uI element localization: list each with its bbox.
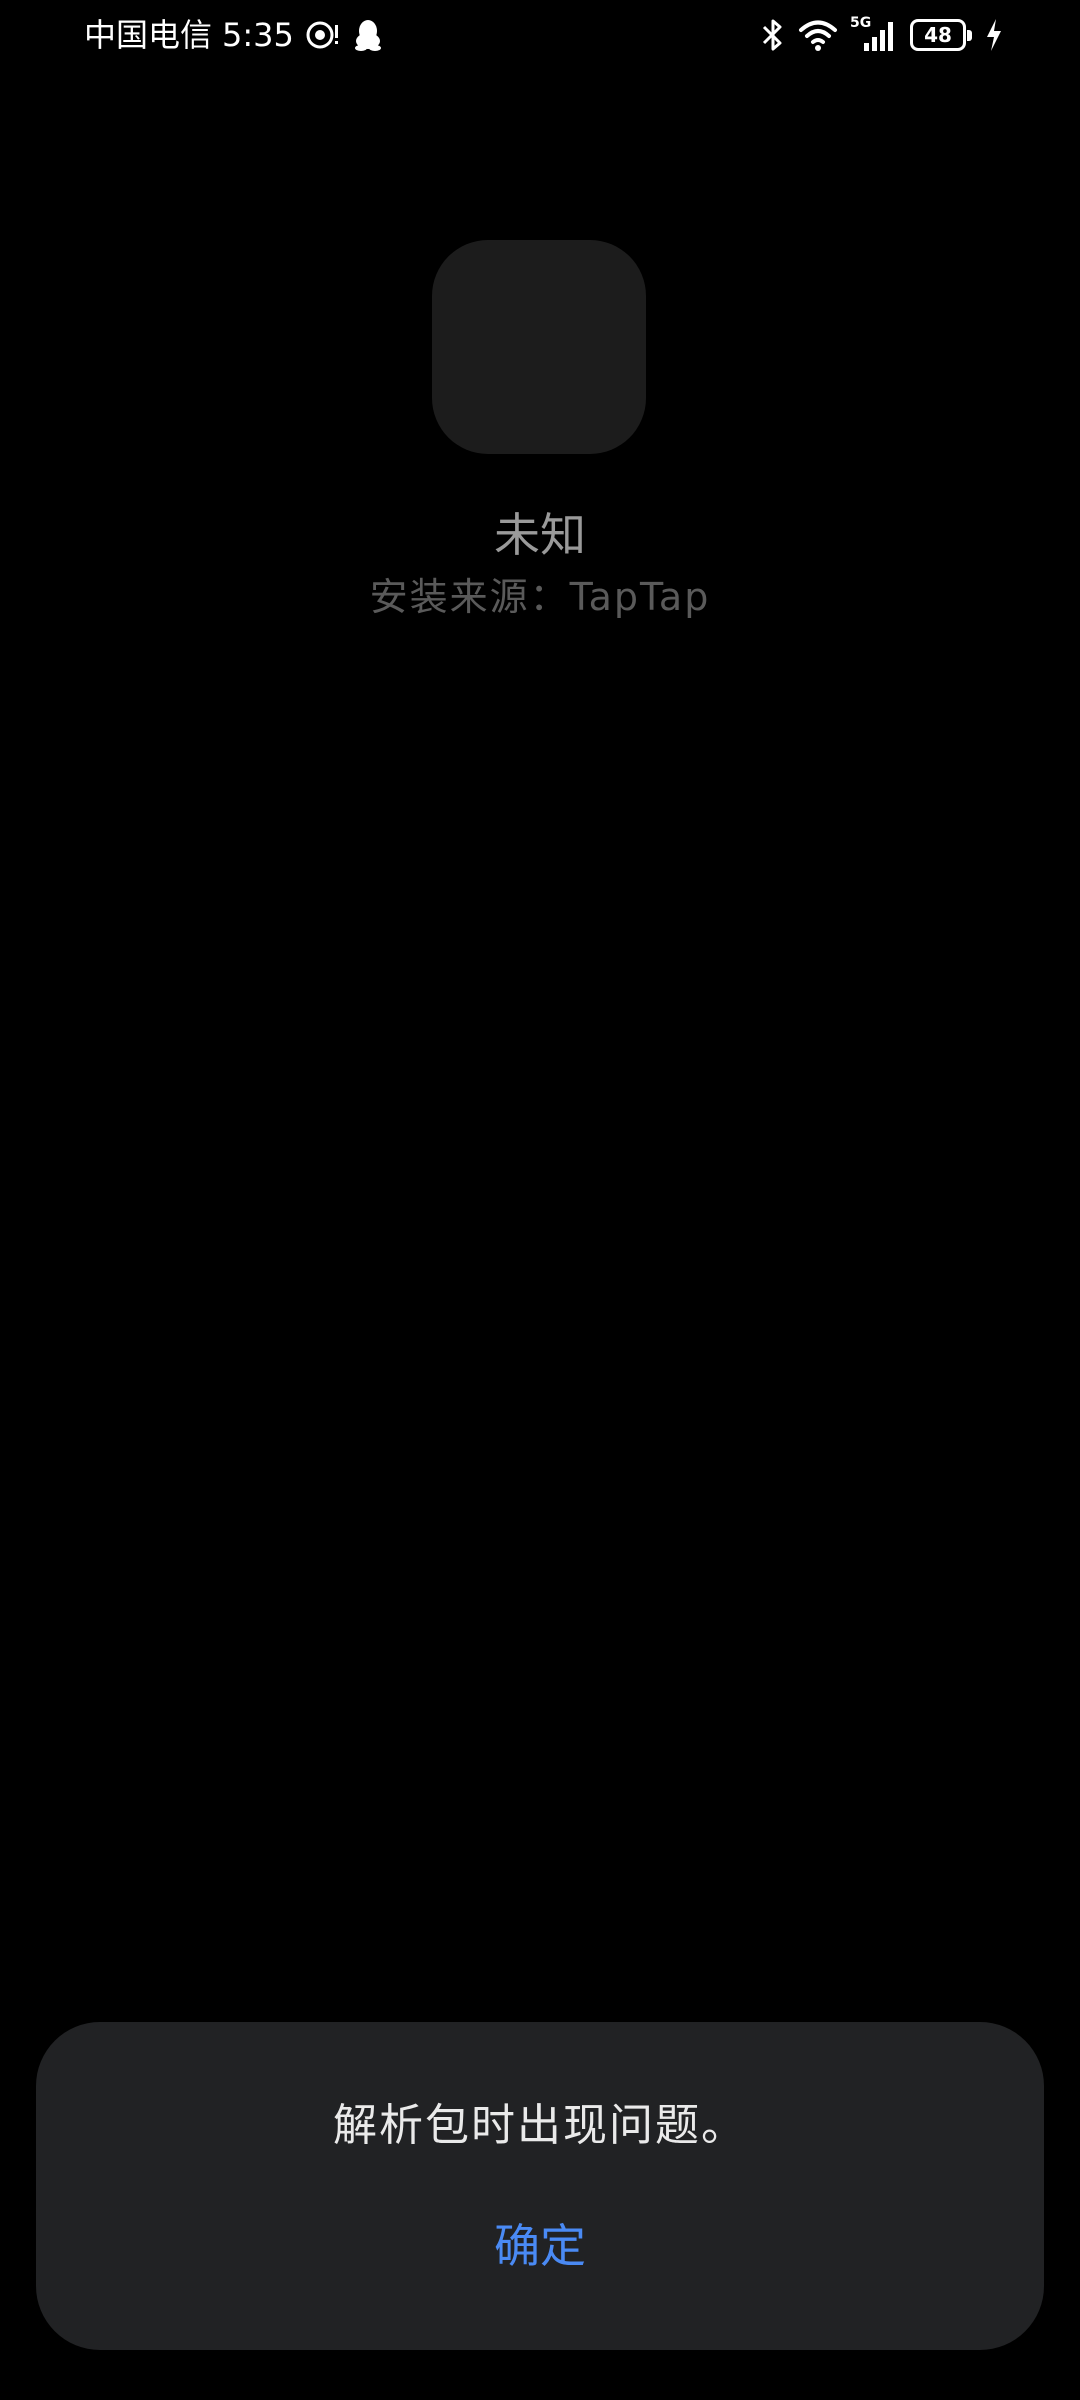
charging-icon (984, 17, 1004, 53)
qq-penguin-icon (350, 17, 386, 53)
wifi-icon (798, 17, 838, 53)
confirm-button[interactable]: 确定 (440, 2206, 640, 2286)
dialog-message: 解析包时出现问题。 (333, 2100, 747, 2151)
installer-screen: 中国电信 5:35 5G 48 未知 安装来源：TapTap 解析包时出现问题。… (0, 0, 1080, 2400)
status-time: 5:35 (222, 16, 294, 54)
app-icon-placeholder (432, 240, 646, 454)
battery-level: 48 (924, 23, 952, 47)
install-source: 安装来源：TapTap (369, 575, 711, 619)
status-bar-right: 5G 48 (760, 12, 1004, 58)
error-dialog: 解析包时出现问题。 确定 (36, 2022, 1044, 2350)
app-name: 未知 (494, 508, 586, 562)
carrier-name: 中国电信 (84, 16, 213, 54)
status-bar-left: 中国电信 5:35 (84, 12, 386, 58)
signal-icon: 5G (850, 15, 898, 53)
network-type-label: 5G (850, 15, 872, 31)
location-ring-icon (304, 17, 340, 53)
battery-icon: 48 (910, 19, 972, 51)
status-bar: 中国电信 5:35 5G 48 (0, 0, 1080, 70)
bluetooth-icon (760, 17, 786, 53)
